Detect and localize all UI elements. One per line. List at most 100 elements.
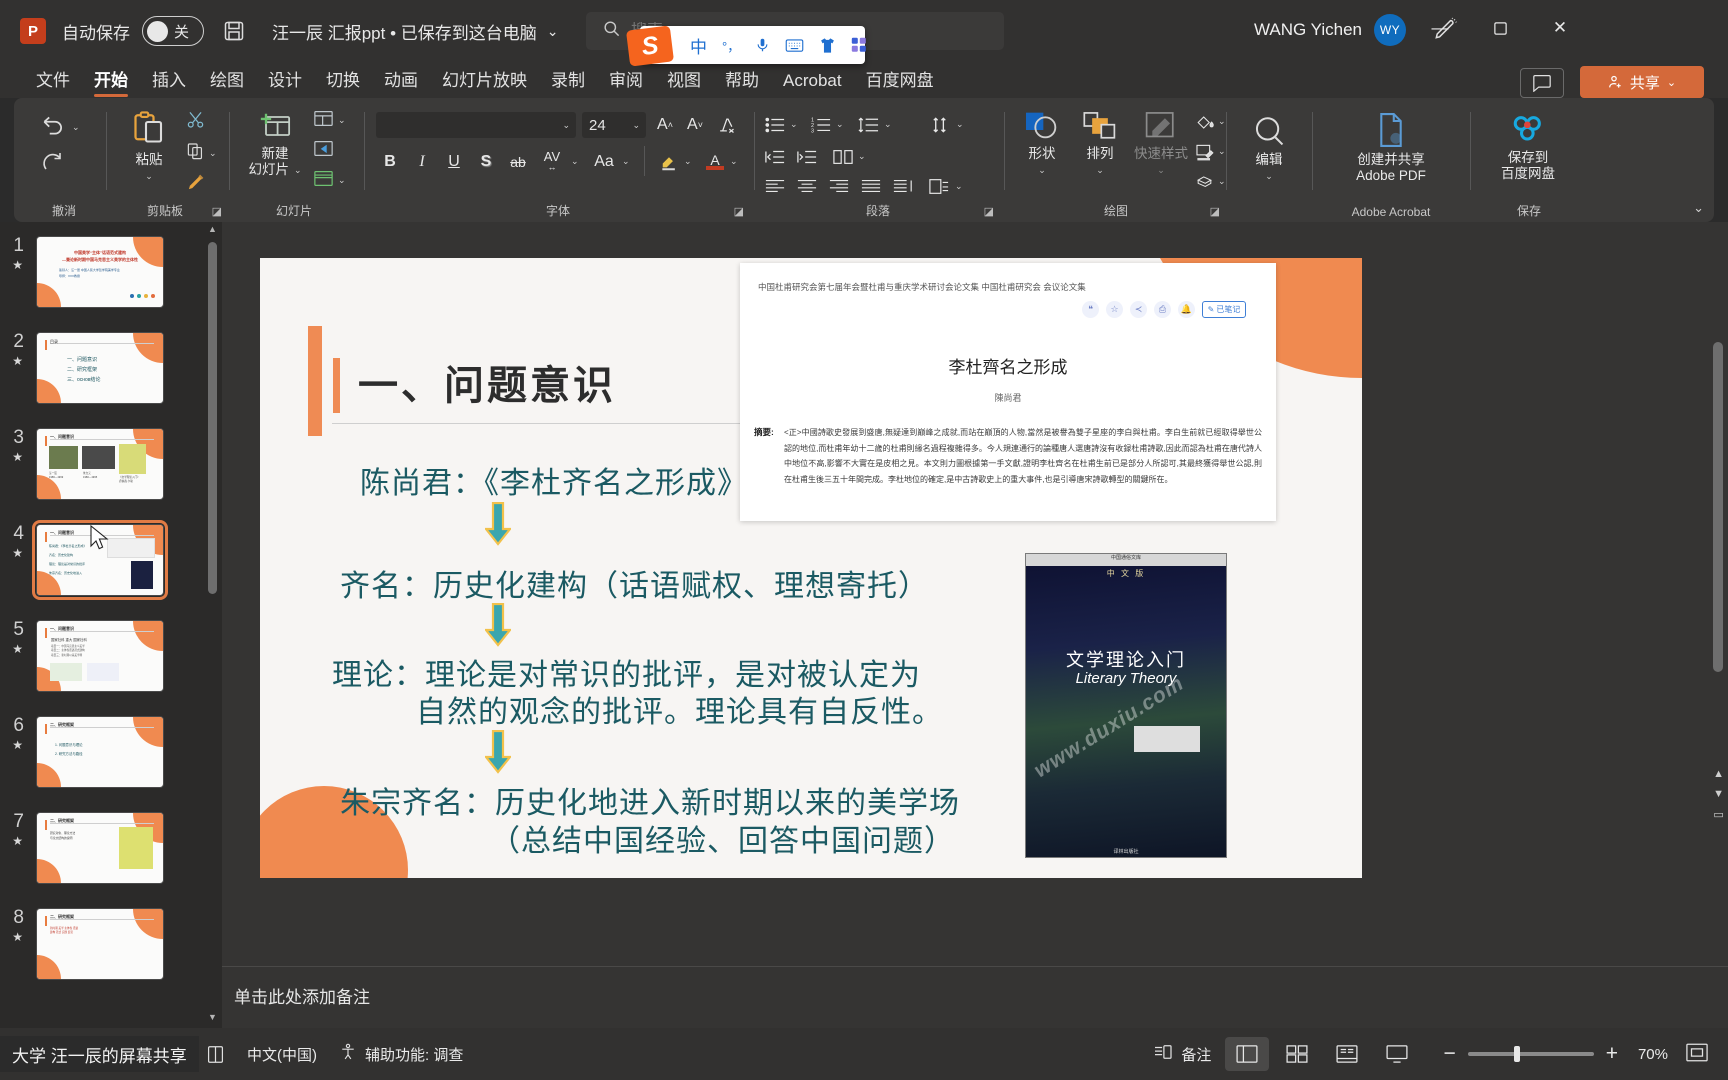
zoom-slider-knob[interactable] <box>1513 1046 1520 1062</box>
slide-thumbnail[interactable]: 一、问题意识 国家社科 重大 国家社科 项目一：中国马克思主义美学 项目二：主体性… <box>36 620 164 692</box>
section-chevron-icon[interactable]: ⌄ <box>338 175 346 186</box>
new-slide-chevron-icon[interactable]: ⌄ <box>294 162 302 178</box>
stage-scrollbar[interactable] <box>1712 222 1724 1028</box>
slide-layout-icon[interactable] <box>314 110 333 132</box>
columns-chevron-icon[interactable]: ⌄ <box>858 151 866 162</box>
slide-thumbnail[interactable]: 一、问题意识 汪一辰 1986—1999 朱立元 1980—1995 《文学理论入门… <box>36 428 164 500</box>
slide-thumbnail[interactable]: 中国美学“主体”话语范式建构 —兼论新时期中国马克思主义美学的主体性 答辩人：汪一… <box>36 236 164 308</box>
notes-placeholder[interactable]: 单击此处添加备注 <box>234 983 370 1008</box>
sogou-ime-toolbar[interactable]: S 中 °， <box>625 25 867 67</box>
paste-button[interactable]: 粘贴 ⌄ <box>118 110 180 184</box>
drawing-dialog-launcher[interactable]: ◪ <box>1210 205 1220 218</box>
tab-view[interactable]: 视图 <box>655 66 713 98</box>
minimize-button[interactable]: — <box>1412 0 1468 56</box>
scroll-down-icon[interactable]: ▼ <box>207 1012 218 1026</box>
align-text-vertical-icon[interactable] <box>890 174 916 198</box>
fit-slide-icon[interactable]: ▭ <box>1713 808 1723 821</box>
copy-icon[interactable] <box>186 142 205 166</box>
slide-body-line-4[interactable]: 自然的观念的批评。理论具有自反性。 <box>416 687 943 731</box>
align-center-icon[interactable] <box>794 174 820 198</box>
tab-draw[interactable]: 绘图 <box>198 66 256 98</box>
slide-body-line-1[interactable]: 陈尚君：《李杜齐名之形成》 <box>360 458 748 502</box>
prev-next-slide-controls[interactable]: ▲ ▼ ▭ <box>1713 768 1724 821</box>
keyboard-icon[interactable] <box>785 38 804 53</box>
text-direction-icon[interactable] <box>926 112 954 138</box>
change-case-icon[interactable]: Aa <box>588 148 620 176</box>
notes-page-icon[interactable] <box>206 1045 225 1064</box>
zoom-out-button[interactable]: − <box>1443 1042 1455 1066</box>
slide-thumbnail[interactable]: 二、研究框架 研究对象、理论方法 与论文结构的说明 <box>36 812 164 884</box>
justify-icon[interactable] <box>858 174 884 198</box>
character-spacing-icon[interactable]: AV ↔ <box>536 148 568 176</box>
reading-view-icon[interactable] <box>1325 1037 1369 1071</box>
share-button[interactable]: 共享 ⌄ <box>1580 66 1704 98</box>
collapse-ribbon-chevron-icon[interactable]: ⌄ <box>1693 200 1704 216</box>
tab-record[interactable]: 录制 <box>539 66 597 98</box>
font-color-chevron-icon[interactable]: ⌄ <box>730 156 738 167</box>
font-color-icon[interactable]: A <box>702 148 728 176</box>
shape-fill-icon[interactable] <box>1192 110 1216 134</box>
slideshow-view-icon[interactable] <box>1375 1037 1419 1071</box>
highlight-chevron-icon[interactable]: ⌄ <box>684 156 692 167</box>
tab-animations[interactable]: 动画 <box>372 66 430 98</box>
increase-font-size-icon[interactable]: A ˄ <box>652 112 678 138</box>
clipboard-dialog-launcher[interactable]: ◪ <box>212 205 222 218</box>
document-title[interactable]: 汪一辰 汇报ppt • 已保存到这台电脑 <box>272 19 537 44</box>
slide-sorter-icon[interactable] <box>1275 1037 1319 1071</box>
format-painter-brush-icon[interactable] <box>186 172 206 197</box>
decrease-indent-icon[interactable] <box>762 144 788 170</box>
redo-arrow-icon[interactable] <box>40 150 64 179</box>
zoom-slider[interactable] <box>1467 1046 1594 1062</box>
shape-outline-chevron-icon[interactable]: ⌄ <box>1218 146 1226 157</box>
editing-chevron-icon[interactable]: ⌄ <box>1265 168 1273 184</box>
slide-thumbnail[interactable]: 二、研究框架 1. 问题意识与理论 2. 研究方法与路径 <box>36 716 164 788</box>
toolbox-apps-icon[interactable] <box>851 37 867 53</box>
shape-effects-icon[interactable] <box>1192 170 1216 194</box>
thumbnail-row-6[interactable]: 6 ★ 二、研究框架 1. 问题意识与理论 2. 研究方法与路径 <box>0 716 200 788</box>
thumbnail-scrollbar[interactable]: ▲ ▼ <box>207 222 218 1028</box>
slide-thumbnail[interactable]: 二、研究框架 新时期 美学 主体性 话语 建构 范式 实践 反思 <box>36 908 164 980</box>
text-shadow-icon[interactable]: S <box>472 148 500 176</box>
line-spacing-chevron-icon[interactable]: ⌄ <box>884 119 892 130</box>
arrange-chevron-icon[interactable]: ⌄ <box>1096 162 1104 178</box>
microphone-icon[interactable] <box>755 36 770 54</box>
zoom-level-label[interactable]: 70% <box>1638 1046 1668 1063</box>
document-title-chevron[interactable]: ⌄ <box>547 23 559 40</box>
slide-body-line-6[interactable]: （总结中国经验、回答中国问题） <box>490 816 955 860</box>
tab-review[interactable]: 审阅 <box>597 66 655 98</box>
avatar[interactable]: WY <box>1374 14 1406 46</box>
shape-fill-chevron-icon[interactable]: ⌄ <box>1218 116 1226 127</box>
font-name-chevron-icon[interactable]: ⌄ <box>562 120 570 131</box>
bullets-chevron-icon[interactable]: ⌄ <box>790 119 798 130</box>
autosave-toggle[interactable]: 关 <box>142 16 204 46</box>
font-size-chevron-icon[interactable]: ⌄ <box>632 120 646 131</box>
previous-slide-icon[interactable]: ▲ <box>1713 768 1724 780</box>
smartart-chevron-icon[interactable]: ⌄ <box>955 181 963 192</box>
inserted-picture-article[interactable]: 中国杜甫研究会第七届年会暨杜甫与重庆学术研讨会论文集 中国杜甫研究会 会议论文集… <box>740 263 1276 521</box>
shapes-chevron-icon[interactable]: ⌄ <box>1038 162 1046 178</box>
notes-pane[interactable]: 单击此处添加备注 <box>222 966 1728 1028</box>
share-chevron-icon[interactable]: ⌄ <box>1667 76 1676 89</box>
tab-baidu-netdisk[interactable]: 百度网盘 <box>854 66 946 98</box>
undo-arrow-icon[interactable] <box>40 112 66 143</box>
language-status[interactable]: 中文(中国) <box>247 1044 317 1065</box>
current-slide[interactable]: 一、问题意识 陈尚君：《李杜齐名之形成》 齐名：历史化建构（话语赋权、理想寄托）… <box>260 258 1362 878</box>
align-left-icon[interactable] <box>762 174 788 198</box>
underline-icon[interactable]: U <box>440 148 468 176</box>
thumbnail-row-1[interactable]: 1 ★ 中国美学“主体”话语范式建构 —兼论新时期中国马克思主义美学的主体性 答辩… <box>0 236 200 308</box>
font-name-box[interactable]: ⌄ <box>376 112 576 138</box>
paste-chevron-icon[interactable]: ⌄ <box>145 168 153 184</box>
slide-editing-area[interactable]: 一、问题意识 陈尚君：《李杜齐名之形成》 齐名：历史化建构（话语赋权、理想寄托）… <box>222 222 1728 1028</box>
italic-icon[interactable]: I <box>408 148 436 176</box>
copy-chevron-icon[interactable]: ⌄ <box>209 148 217 159</box>
tab-transitions[interactable]: 切换 <box>314 66 372 98</box>
editing-button[interactable]: 编辑 ⌄ <box>1238 114 1300 184</box>
bullet-list-icon[interactable] <box>762 112 788 138</box>
convert-smartart-icon[interactable] <box>926 174 952 198</box>
close-button[interactable]: ✕ <box>1532 0 1588 56</box>
undo-chevron-icon[interactable]: ⌄ <box>72 122 80 133</box>
paragraph-dialog-launcher[interactable]: ◪ <box>984 205 994 218</box>
change-case-chevron-icon[interactable]: ⌄ <box>622 156 630 167</box>
shape-outline-icon[interactable] <box>1192 140 1216 164</box>
maximize-button[interactable] <box>1472 0 1528 56</box>
